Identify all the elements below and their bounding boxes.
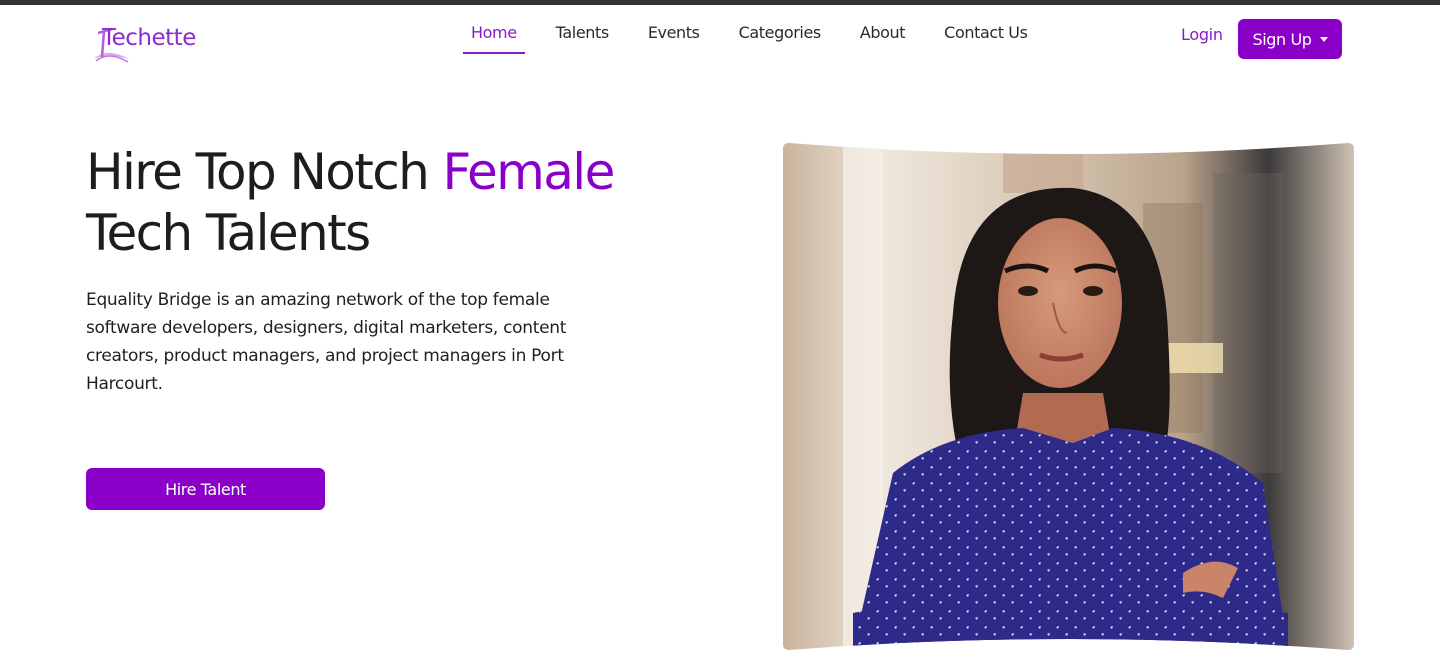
login-link[interactable]: Login bbox=[1181, 25, 1223, 44]
brand-logo[interactable]: Techette bbox=[90, 23, 212, 63]
navbar: Techette Home Talents Events Categories … bbox=[0, 5, 1440, 65]
hire-talent-button[interactable]: Hire Talent bbox=[86, 468, 325, 510]
brand-name: Techette bbox=[102, 25, 196, 51]
nav-item-contact-us[interactable]: Contact Us bbox=[936, 19, 1035, 54]
main-menu: Home Talents Events Categories About Con… bbox=[463, 19, 1059, 59]
hero-title-part1: Hire Top Notch bbox=[86, 143, 443, 201]
hero-title-accent: Female bbox=[442, 143, 616, 201]
hero-description: Equality Bridge is an amazing network of… bbox=[86, 290, 567, 394]
signup-label: Sign Up bbox=[1252, 29, 1312, 49]
nav-item-talents[interactable]: Talents bbox=[548, 19, 617, 54]
nav-item-home[interactable]: Home bbox=[463, 19, 525, 54]
nav-item-events[interactable]: Events bbox=[640, 19, 708, 54]
signup-dropdown-button[interactable]: Sign Up bbox=[1238, 19, 1342, 59]
hero-title: Hire Top Notch Female Tech Talents bbox=[86, 142, 686, 264]
hero-title-part2: Tech Talents bbox=[86, 204, 371, 262]
nav-item-about[interactable]: About bbox=[852, 19, 913, 54]
caret-down-icon bbox=[1319, 36, 1328, 42]
hero-portrait-image bbox=[783, 143, 1354, 650]
nav-item-categories[interactable]: Categories bbox=[731, 19, 829, 54]
